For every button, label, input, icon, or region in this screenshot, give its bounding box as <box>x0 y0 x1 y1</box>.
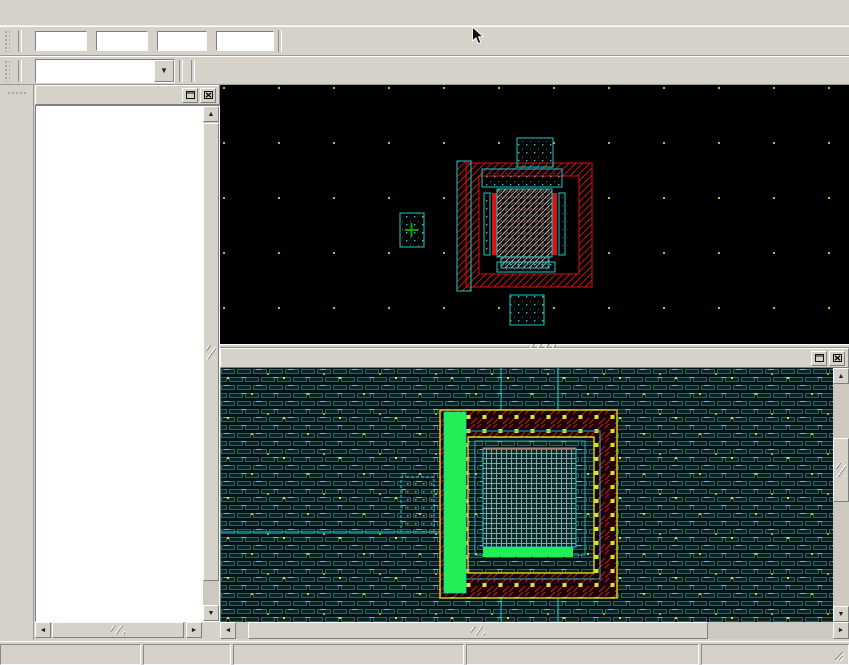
dx-input[interactable] <box>157 31 207 51</box>
scroll-right-icon[interactable]: ► <box>833 622 849 639</box>
scroll-up-icon[interactable]: ▲ <box>203 106 219 122</box>
scroll-right-icon[interactable]: ► <box>186 622 202 638</box>
y-input[interactable] <box>96 31 148 51</box>
generator-library-panel: ▲ ▼ ◄ ► <box>35 85 220 640</box>
close-icon[interactable] <box>200 88 216 103</box>
separator <box>179 60 183 82</box>
float-window-icon[interactable] <box>811 351 827 366</box>
toolbar-handle[interactable] <box>4 30 10 52</box>
gdsii-canvas[interactable] <box>220 368 833 622</box>
gds-hscrollbar[interactable]: ◄ ► <box>220 622 849 639</box>
float-window-icon[interactable] <box>182 88 198 103</box>
scroll-left-icon[interactable]: ◄ <box>220 622 236 639</box>
gdsii-layout-panel: ▲ ▼ ◄ ► <box>220 348 849 640</box>
toolbar-handle[interactable] <box>4 60 10 82</box>
layout-drawing <box>220 85 849 344</box>
status-coordinates <box>701 644 849 665</box>
drawing-layer-combo[interactable]: ▼ <box>35 59 175 83</box>
scroll-down-icon[interactable]: ▼ <box>203 605 219 621</box>
layout-canvas[interactable] <box>220 85 849 344</box>
gds-vscrollbar[interactable]: ▲ ▼ <box>833 368 849 622</box>
resize-grip-icon[interactable] <box>832 649 844 661</box>
generator-tree: ▲ ▼ <box>35 105 220 622</box>
status-empty-1 <box>143 644 231 665</box>
toolbar-handle[interactable] <box>7 91 27 96</box>
separator <box>191 60 195 82</box>
menu-bar <box>0 0 849 26</box>
gdsii-titlebar[interactable] <box>220 348 849 368</box>
gds-vscroll-thumb[interactable] <box>833 438 849 502</box>
separator <box>18 30 22 52</box>
side-toolbar <box>0 85 34 640</box>
status-empty-2 <box>466 644 699 665</box>
scroll-up-icon[interactable]: ▲ <box>833 368 849 384</box>
dy-input[interactable] <box>216 31 274 51</box>
scroll-left-icon[interactable]: ◄ <box>35 622 51 638</box>
status-current-cell <box>233 644 464 665</box>
separator <box>278 30 282 52</box>
generator-library-titlebar[interactable] <box>35 85 220 105</box>
tree-hscrollbar[interactable]: ◄ ► <box>35 622 202 638</box>
chevron-down-icon[interactable]: ▼ <box>154 60 174 82</box>
draw-toolbar: ▼ <box>0 56 849 85</box>
application-window: ▼ ▲ ▼ ◄ <box>0 0 849 665</box>
tree-hscroll-thumb[interactable] <box>52 622 184 638</box>
tree-vscroll-thumb[interactable] <box>203 123 219 581</box>
close-icon[interactable] <box>829 351 845 366</box>
tree-vscrollbar[interactable]: ▲ ▼ <box>203 106 219 621</box>
scroll-down-icon[interactable]: ▼ <box>833 606 849 622</box>
x-input[interactable] <box>35 31 87 51</box>
gds-hscroll-thumb[interactable] <box>248 622 708 639</box>
gdsii-drawing <box>221 368 833 622</box>
separator <box>18 60 22 82</box>
status-bar <box>0 641 849 665</box>
status-ready <box>0 644 141 665</box>
main-toolbar <box>0 26 849 56</box>
